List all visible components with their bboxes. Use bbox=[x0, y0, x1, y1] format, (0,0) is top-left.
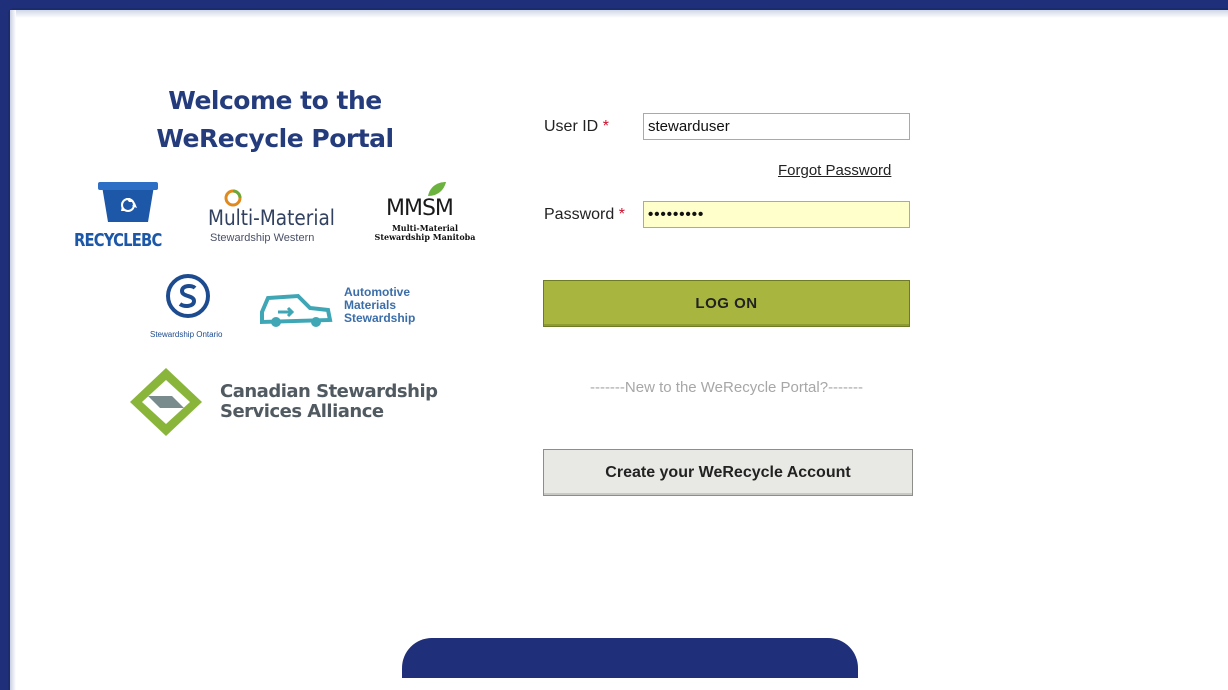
footer-tab bbox=[402, 638, 858, 678]
panel-top-highlight bbox=[10, 10, 1228, 18]
cssa-emblem-icon bbox=[130, 368, 202, 436]
panel-left-highlight bbox=[10, 10, 16, 690]
mmsm-wordmark: MMSM bbox=[386, 196, 454, 221]
stewardship-ontario-logo: Stewardship Ontario bbox=[146, 272, 246, 344]
ams-logo: Automotive Materials Stewardship bbox=[258, 284, 438, 334]
cssa-line-2: Services Alliance bbox=[220, 401, 384, 422]
log-on-button[interactable]: LOG ON bbox=[543, 280, 910, 327]
recyclebc-logo: RECYCLEBC bbox=[74, 178, 186, 254]
welcome-heading: Welcome to the WeRecycle Portal bbox=[140, 82, 410, 158]
car-recycle-icon bbox=[260, 293, 333, 327]
mmsm-logo: MMSM Multi-Material Stewardship Manitoba bbox=[360, 180, 490, 250]
userid-input[interactable] bbox=[643, 113, 910, 140]
mmsm-subtitle: Multi-Material Stewardship Manitoba bbox=[360, 224, 490, 242]
forgot-password-link[interactable]: Forgot Password bbox=[778, 162, 891, 179]
recyclebc-wordmark: RECYCLEBC bbox=[74, 230, 162, 251]
userid-label-text: User ID bbox=[544, 118, 599, 135]
welcome-line-1: Welcome to the bbox=[168, 86, 382, 115]
mmsw-logo: Multi-Material Stewardship Western bbox=[208, 186, 358, 246]
new-to-portal-text: -------New to the WeRecycle Portal?-----… bbox=[589, 379, 864, 396]
password-input[interactable] bbox=[643, 201, 910, 228]
stewardship-ontario-caption: Stewardship Ontario bbox=[150, 330, 223, 339]
welcome-line-2: WeRecycle Portal bbox=[156, 124, 394, 153]
stewardship-ontario-icon bbox=[166, 274, 210, 318]
cssa-wordmark: Canadian Stewardship Services Alliance bbox=[220, 382, 438, 422]
mmsw-subtitle: Stewardship Western bbox=[210, 232, 315, 244]
mmsm-subtitle-line-2: Stewardship Manitoba bbox=[374, 232, 476, 242]
create-account-button[interactable]: Create your WeRecycle Account bbox=[543, 449, 913, 496]
recycle-bin-icon bbox=[98, 182, 158, 222]
mmsw-name: Multi-Material bbox=[208, 206, 335, 230]
password-label: Password * bbox=[544, 206, 625, 224]
ams-line-3: Stewardship bbox=[344, 311, 416, 325]
cssa-logo: Canadian Stewardship Services Alliance bbox=[128, 366, 448, 438]
cssa-line-1: Canadian Stewardship bbox=[220, 381, 438, 402]
swirl-icon bbox=[224, 189, 242, 207]
userid-label: User ID * bbox=[544, 118, 609, 136]
required-marker: * bbox=[618, 206, 625, 223]
ams-wordmark: Automotive Materials Stewardship bbox=[344, 286, 415, 325]
required-marker: * bbox=[602, 118, 609, 135]
password-label-text: Password bbox=[544, 206, 615, 223]
